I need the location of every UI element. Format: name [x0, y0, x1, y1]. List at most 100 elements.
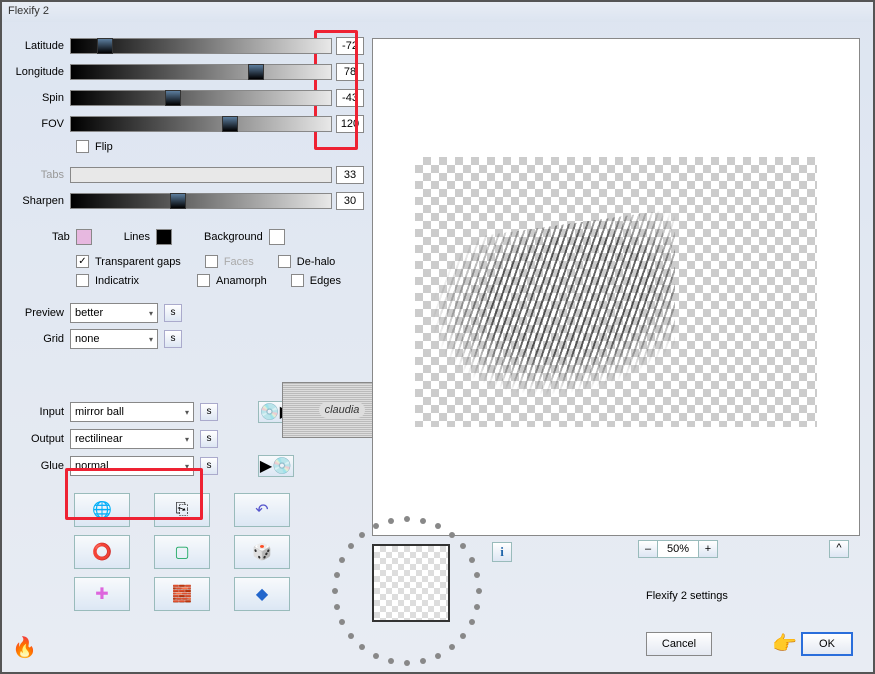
copy-button[interactable]: ⎘ — [154, 493, 210, 527]
background-color-label: Background — [204, 231, 263, 243]
preview-s-button[interactable]: s — [164, 304, 182, 322]
ring-button[interactable]: ⭕ — [74, 535, 130, 569]
spin-label: Spin — [10, 92, 70, 104]
zoom-in-button[interactable]: + — [698, 540, 718, 558]
settings-label: Flexify 2 settings — [646, 590, 728, 602]
indicatrix-label: Indicatrix — [95, 275, 139, 287]
longitude-track[interactable] — [70, 64, 332, 80]
grid-row: Grid none ▾ s — [10, 329, 364, 349]
input-s-button[interactable]: s — [200, 403, 218, 421]
tabs-value[interactable]: 33 — [336, 166, 364, 184]
preview-rendering — [415, 227, 675, 407]
tabs-track[interactable] — [70, 167, 332, 183]
options-row-2: Indicatrix Anamorph Edges — [76, 274, 364, 287]
glue-s-button[interactable]: s — [200, 457, 218, 475]
background-color-swatch[interactable] — [269, 229, 285, 245]
zoom-out-button[interactable]: – — [638, 540, 658, 558]
sharpen-track[interactable] — [70, 193, 332, 209]
transparent-gaps-checkbox[interactable]: ✓ — [76, 255, 89, 268]
cancel-button[interactable]: Cancel — [646, 632, 712, 656]
fov-label: FOV — [10, 118, 70, 130]
glue-value: normal — [75, 460, 109, 472]
slider-sharpen: Sharpen 30 — [10, 191, 364, 211]
flip-checkbox[interactable] — [76, 140, 89, 153]
glue-row: Glue normal▾ s ▶💿 — [10, 455, 364, 477]
toolbar-row-1: 🌐 ⎘ ↶ — [74, 493, 364, 527]
input-dropdown[interactable]: mirror ball ▾ — [70, 402, 194, 422]
titlebar: Flexify 2 — [2, 2, 873, 22]
glue-dropdown[interactable]: normal▾ — [70, 456, 194, 476]
lines-color-label: Lines — [124, 231, 150, 243]
grid-dropdown[interactable]: none ▾ — [70, 329, 158, 349]
expand-button[interactable]: ^ — [829, 540, 849, 558]
output-dropdown[interactable]: rectilinear▾ — [70, 429, 194, 449]
preview-area[interactable] — [372, 38, 860, 536]
slider-fov: FOV 120 — [10, 114, 364, 134]
undo-button[interactable]: ↶ — [234, 493, 290, 527]
sharpen-thumb[interactable] — [170, 193, 186, 209]
color-row: Tab Lines Background — [10, 229, 364, 245]
window-title: Flexify 2 — [8, 5, 49, 17]
hand-pointer-icon: 👉 — [772, 631, 797, 656]
preview-dropdown[interactable]: better▾ — [70, 303, 158, 323]
transparent-gaps-label: Transparent gaps — [95, 256, 181, 268]
thumbnail[interactable] — [372, 544, 450, 622]
anamorph-checkbox[interactable] — [197, 274, 210, 287]
diamond-button[interactable]: ◆ — [234, 577, 290, 611]
spin-thumb[interactable] — [165, 90, 181, 106]
ok-button[interactable]: OK — [801, 632, 853, 656]
anamorph-label: Anamorph — [216, 275, 267, 287]
zoom-control: – 50% + — [638, 540, 718, 558]
fov-track[interactable] — [70, 116, 332, 132]
latitude-thumb[interactable] — [97, 38, 113, 54]
latitude-value[interactable]: -72 — [336, 37, 364, 55]
grid-s-button[interactable]: s — [164, 330, 182, 348]
sharpen-value[interactable]: 30 — [336, 192, 364, 210]
dehalo-label: De-halo — [297, 256, 336, 268]
lines-color-swatch[interactable] — [156, 229, 172, 245]
tab-color-label: Tab — [52, 231, 70, 243]
edges-label: Edges — [310, 275, 341, 287]
indicatrix-checkbox[interactable] — [76, 274, 89, 287]
input-value: mirror ball — [75, 406, 124, 418]
edges-checkbox[interactable] — [291, 274, 304, 287]
slider-spin: Spin -43 — [10, 88, 364, 108]
glue-label: Glue — [10, 460, 70, 472]
watermark-text: claudia — [319, 402, 366, 418]
tab-color-swatch[interactable] — [76, 229, 92, 245]
brick-button[interactable]: 🧱 — [154, 577, 210, 611]
play-disc-button[interactable]: ▶💿 — [258, 455, 294, 477]
info-button[interactable]: i — [492, 542, 512, 562]
faces-checkbox[interactable] — [205, 255, 218, 268]
longitude-value[interactable]: 78 — [336, 63, 364, 81]
green-square-button[interactable]: ▢ — [154, 535, 210, 569]
preview-row: Preview better▾ s — [10, 303, 364, 323]
sharpen-label: Sharpen — [10, 195, 70, 207]
fov-value[interactable]: 120 — [336, 115, 364, 133]
output-s-button[interactable]: s — [200, 430, 218, 448]
spin-value[interactable]: -43 — [336, 89, 364, 107]
chevron-down-icon: ▾ — [185, 408, 189, 417]
slider-tabs: Tabs 33 — [10, 165, 364, 185]
dehalo-checkbox[interactable] — [278, 255, 291, 268]
longitude-thumb[interactable] — [248, 64, 264, 80]
globe-button[interactable]: 🌐 — [74, 493, 130, 527]
latitude-track[interactable] — [70, 38, 332, 54]
dice-button[interactable]: 🎲 — [234, 535, 290, 569]
grid-label: Grid — [10, 333, 70, 345]
toolbar-row-2: ⭕ ▢ 🎲 — [74, 535, 364, 569]
grid-value: none — [75, 333, 99, 345]
plus-shape-button[interactable]: ✚ — [74, 577, 130, 611]
flame-icon[interactable]: 🔥 — [12, 635, 37, 660]
flip-row: Flip — [76, 140, 364, 153]
slider-longitude: Longitude 78 — [10, 62, 364, 82]
longitude-label: Longitude — [10, 66, 70, 78]
latitude-label: Latitude — [10, 40, 70, 52]
chevron-down-icon: ▾ — [149, 335, 153, 344]
preview-checker — [415, 157, 817, 427]
fov-thumb[interactable] — [222, 116, 238, 132]
slider-latitude: Latitude -72 — [10, 36, 364, 56]
chevron-down-icon: ▾ — [185, 435, 189, 444]
spin-track[interactable] — [70, 90, 332, 106]
zoom-value[interactable]: 50% — [658, 540, 698, 558]
